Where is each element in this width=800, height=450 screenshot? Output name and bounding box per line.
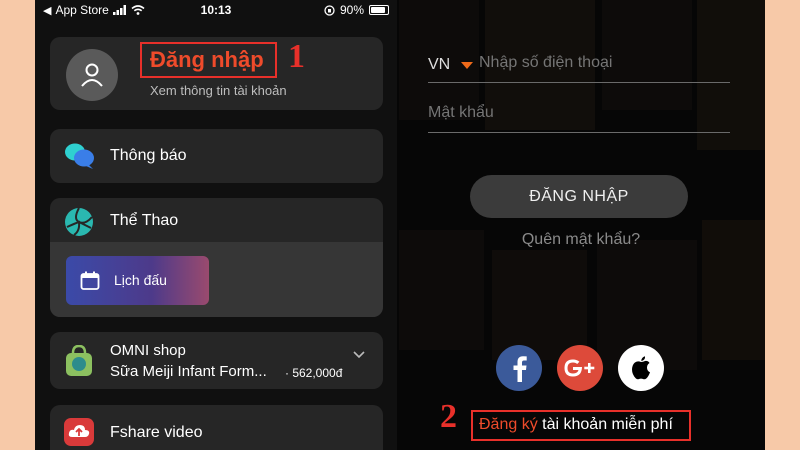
user-icon (81, 63, 103, 87)
cloud-upload-icon (64, 418, 94, 446)
phone-input-row: VN (428, 50, 730, 83)
status-bar: ◀ App Store 10:13 90% (35, 0, 397, 20)
battery-percent: 90% (339, 3, 364, 17)
right-phone-screen: VN ĐĂNG NHẬP Quên mật khẩu? 2 Đăng ký tà… (397, 0, 765, 450)
annotation-number-2: 2 (440, 398, 457, 435)
chevron-down-icon[interactable] (352, 350, 366, 360)
apple-icon (632, 356, 650, 380)
phone-number-input[interactable] (479, 54, 729, 72)
facebook-login-button[interactable] (496, 345, 542, 391)
sports-label: Thể Thao (110, 212, 179, 229)
schedule-label: Lịch đấu (114, 272, 167, 288)
register-rest-text: tài khoản miễn phí (537, 416, 673, 433)
profile-card[interactable]: Đăng nhập 1 Xem thông tin tài khoản (50, 37, 383, 110)
menu-item-notifications[interactable]: Thông báo (50, 129, 383, 183)
password-input[interactable] (428, 104, 728, 122)
volleyball-icon (65, 207, 93, 236)
notifications-label: Thông báo (110, 147, 187, 164)
view-account-subtitle: Xem thông tin tài khoản (150, 83, 287, 98)
omni-product-price: · 562,000đ (285, 366, 343, 380)
menu-item-sports[interactable]: Thể Thao (50, 198, 383, 242)
shopping-bag-icon (66, 345, 92, 376)
google-plus-login-button[interactable] (557, 345, 603, 391)
calendar-icon (80, 271, 100, 290)
avatar[interactable] (66, 49, 118, 101)
orientation-lock-icon (324, 4, 335, 16)
left-phone-screen: ◀ App Store 10:13 90% Đăng nhập 1 Xem th… (35, 0, 397, 450)
omni-product-name: Sữa Meiji Infant Form... (110, 363, 267, 380)
register-prompt: Đăng ký tài khoản miễn phí (479, 416, 673, 434)
forgot-password-link[interactable]: Quên mật khẩu? (397, 231, 765, 249)
password-input-row (428, 100, 730, 133)
menu-item-omni-shop[interactable]: OMNI shop Sữa Meiji Infant Form... · 562… (50, 332, 383, 389)
annotation-number-1: 1 (288, 38, 305, 75)
login-button[interactable]: ĐĂNG NHẬP (470, 175, 688, 218)
register-link[interactable]: Đăng ký (479, 416, 538, 433)
fshare-label: Fshare video (110, 424, 203, 441)
login-link[interactable]: Đăng nhập (150, 47, 264, 73)
chat-bubbles-icon (65, 143, 94, 169)
google-plus-icon (564, 359, 595, 377)
facebook-icon (513, 356, 527, 382)
caret-down-icon[interactable] (461, 62, 473, 69)
menu-item-fshare[interactable]: Fshare video (50, 405, 383, 450)
sports-section: Thể Thao Lịch đấu (50, 198, 383, 317)
omni-shop-title: OMNI shop (110, 342, 186, 359)
country-code-selector[interactable]: VN (428, 56, 450, 74)
apple-login-button[interactable] (618, 345, 664, 391)
schedule-button[interactable]: Lịch đấu (66, 256, 209, 305)
battery-icon (369, 5, 389, 15)
